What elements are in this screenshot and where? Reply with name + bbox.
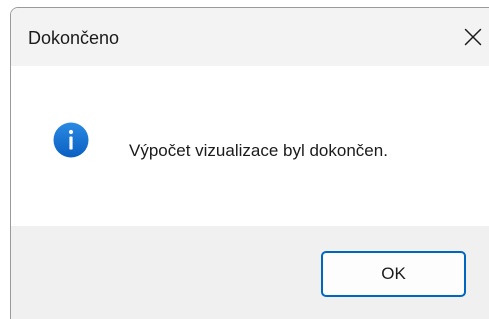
title-bar: Dokončeno (11, 8, 489, 66)
button-bar: OK (11, 226, 489, 319)
dialog-title: Dokončeno (28, 28, 120, 48)
close-button[interactable] (450, 8, 489, 66)
message-dialog: Dokončeno Výpočet vizualizace byl dokonč… (10, 7, 489, 319)
dialog-content: Výpočet vizualizace byl dokončen. (11, 66, 489, 226)
close-icon (464, 28, 482, 46)
info-icon (53, 122, 89, 158)
ok-button[interactable]: OK (321, 251, 466, 297)
dialog-message: Výpočet vizualizace byl dokončen. (129, 141, 388, 160)
